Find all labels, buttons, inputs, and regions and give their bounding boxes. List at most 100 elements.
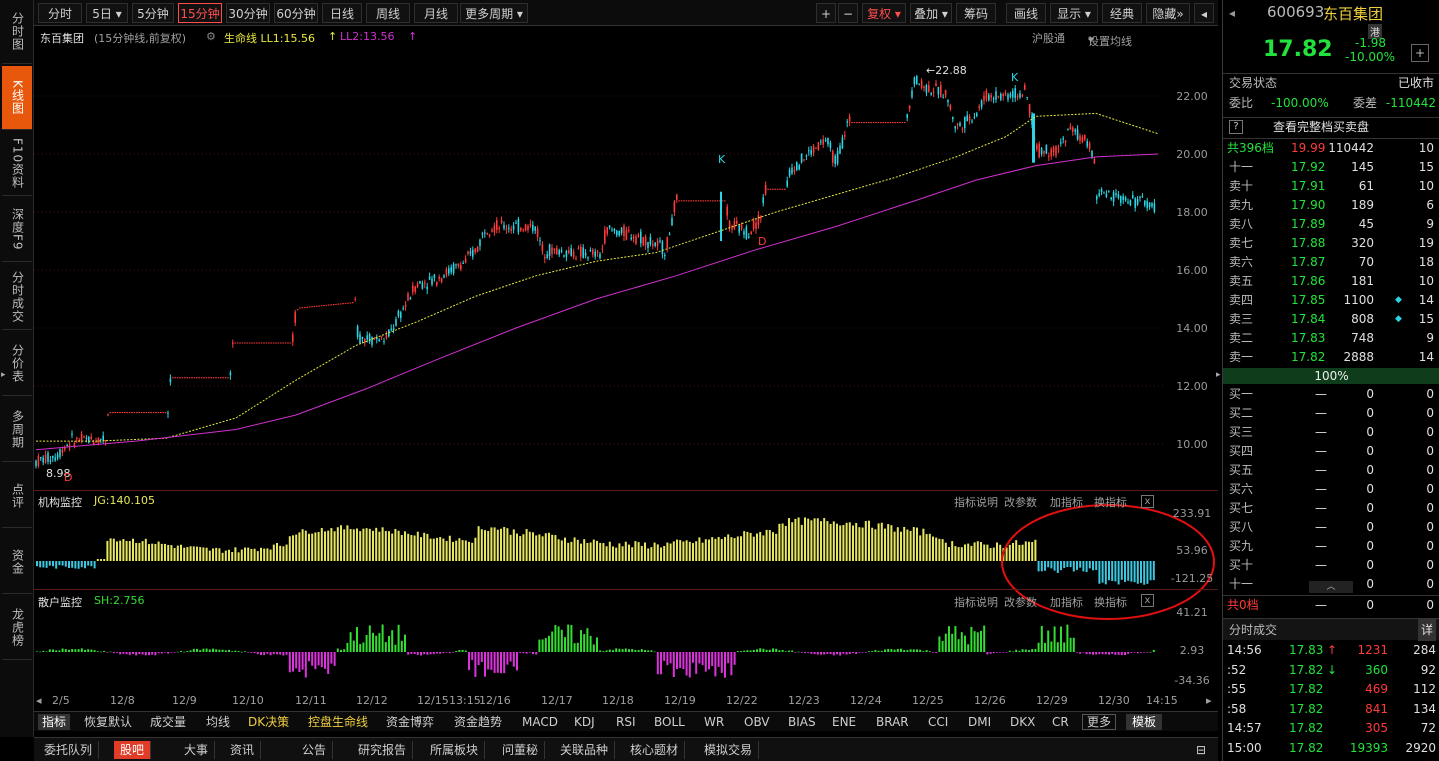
- zoom-out-button[interactable]: −: [838, 3, 858, 23]
- bid-row[interactable]: 买九 — 0 0: [1223, 537, 1439, 556]
- overlay-button[interactable]: 叠加 ▾: [910, 3, 952, 23]
- indicator2-params[interactable]: 改参数: [1004, 594, 1037, 610]
- period-15min[interactable]: 15分钟: [178, 3, 222, 23]
- nav-kline[interactable]: K线图: [2, 66, 32, 130]
- help-icon[interactable]: ?: [1229, 120, 1243, 134]
- tab-fund-trend[interactable]: 资金趋势: [454, 714, 502, 730]
- period-30min[interactable]: 30分钟: [226, 3, 270, 23]
- ask-row[interactable]: 卖十 17.91 61 10: [1223, 177, 1439, 196]
- full-book-link[interactable]: 查看完整档买卖盘: [1273, 118, 1369, 137]
- indicator2-add[interactable]: 加指标: [1050, 594, 1083, 610]
- indicator1-switch[interactable]: 换指标: [1094, 494, 1127, 510]
- fuquan-button[interactable]: 复权 ▾: [862, 3, 906, 23]
- bid-row[interactable]: 买五 — 0 0: [1223, 461, 1439, 480]
- tab-cci[interactable]: CCI: [928, 714, 948, 730]
- ask-row[interactable]: 卖四 17.85 1100 ◆ 14: [1223, 291, 1439, 310]
- footer-tab-theme[interactable]: 核心题材: [624, 741, 686, 759]
- draw-button[interactable]: 画线: [1006, 3, 1046, 23]
- ask-row[interactable]: 卖二 17.83 748 9: [1223, 329, 1439, 348]
- scroll-left-icon[interactable]: ◂: [36, 694, 42, 707]
- bid-row[interactable]: 买一 — 0 0: [1223, 385, 1439, 404]
- close-icon[interactable]: x: [1141, 594, 1154, 607]
- tab-fund-game[interactable]: 资金博弈: [386, 714, 434, 730]
- nav-fenshi[interactable]: 分时图: [2, 0, 32, 64]
- ask-row[interactable]: 卖八 17.89 45 9: [1223, 215, 1439, 234]
- footer-tab-news[interactable]: 资讯: [224, 741, 262, 759]
- nav-price-table[interactable]: 分价表: [2, 332, 32, 396]
- ask-row[interactable]: 卖一 17.82 2888 14: [1223, 348, 1439, 367]
- bid-row[interactable]: 买六 — 0 0: [1223, 480, 1439, 499]
- panel-toggle-icon[interactable]: ▸: [1216, 370, 1221, 380]
- tab-bias[interactable]: BIAS: [788, 714, 816, 730]
- tab-dk[interactable]: DK决策: [248, 714, 289, 730]
- tab-dmi[interactable]: DMI: [968, 714, 991, 730]
- bid-row[interactable]: 买七 — 0 0: [1223, 499, 1439, 518]
- add-watchlist-icon[interactable]: +: [1411, 44, 1429, 62]
- tab-wr[interactable]: WR: [704, 714, 724, 730]
- period-fenshi[interactable]: 分时: [38, 3, 82, 23]
- footer-tab-orders[interactable]: 委托队列: [38, 741, 100, 759]
- nav-f10[interactable]: F10资料: [2, 132, 32, 196]
- ask-row[interactable]: 卖九 17.90 189 6: [1223, 196, 1439, 215]
- chevron-left-icon[interactable]: ◂: [1194, 3, 1214, 23]
- tab-cr[interactable]: CR: [1052, 714, 1069, 730]
- bid-row[interactable]: 买四 — 0 0: [1223, 442, 1439, 461]
- nav-multi-period[interactable]: 多周期: [2, 398, 32, 462]
- tab-ene[interactable]: ENE: [832, 714, 856, 730]
- tab-reset[interactable]: 恢复默认: [84, 714, 132, 730]
- period-more[interactable]: 更多周期 ▾: [460, 3, 528, 23]
- nav-fund[interactable]: 资金: [2, 530, 32, 594]
- tab-more[interactable]: 更多: [1082, 714, 1117, 730]
- tab-kdj[interactable]: KDJ: [574, 714, 595, 730]
- period-day[interactable]: 日线: [322, 3, 362, 23]
- footer-tab-related[interactable]: 关联品种: [554, 741, 616, 759]
- tab-template[interactable]: 模板: [1126, 714, 1163, 730]
- period-5day[interactable]: 5日 ▾: [86, 3, 128, 23]
- indicator1-add[interactable]: 加指标: [1050, 494, 1083, 510]
- indicator2-switch[interactable]: 换指标: [1094, 594, 1127, 610]
- classic-button[interactable]: 经典: [1102, 3, 1142, 23]
- tab-macd[interactable]: MACD: [522, 714, 558, 730]
- collapse-icon[interactable]: ︿: [1309, 581, 1353, 593]
- indicator2-help[interactable]: 指标说明: [954, 594, 998, 610]
- footer-tab-ask[interactable]: 问董秘: [496, 741, 546, 759]
- tab-rsi[interactable]: RSI: [616, 714, 636, 730]
- nav-dragon[interactable]: 龙虎榜: [2, 596, 32, 660]
- tab-indicator[interactable]: 指标: [38, 714, 71, 730]
- gear-icon[interactable]: ⚙: [206, 30, 216, 43]
- bid-row[interactable]: 买八 — 0 0: [1223, 518, 1439, 537]
- bid-row[interactable]: 买三 — 0 0: [1223, 423, 1439, 442]
- period-month[interactable]: 月线: [414, 3, 458, 23]
- indicator1-help[interactable]: 指标说明: [954, 494, 998, 510]
- nav-fenshi-deal[interactable]: 分时成交: [2, 264, 32, 330]
- tab-obv[interactable]: OBV: [744, 714, 770, 730]
- ask-row[interactable]: 卖三 17.84 808 ◆ 15: [1223, 310, 1439, 329]
- bid-row[interactable]: 买二 — 0 0: [1223, 404, 1439, 423]
- expand-icon[interactable]: ⊟: [1190, 741, 1212, 759]
- scroll-right-icon[interactable]: ▸: [1206, 694, 1212, 707]
- footer-tab-notice[interactable]: 公告: [296, 741, 334, 759]
- nav-depth[interactable]: 深度F9: [2, 198, 32, 262]
- chips-button[interactable]: 筹码: [956, 3, 996, 23]
- period-5min[interactable]: 5分钟: [132, 3, 174, 23]
- kline-chart[interactable]: ←22.88 8.98 K K D D: [34, 47, 1218, 693]
- tab-volume[interactable]: 成交量: [150, 714, 186, 730]
- footer-tab-guba[interactable]: 股吧: [114, 741, 152, 759]
- ask-row[interactable]: 十一 17.92 145 15: [1223, 158, 1439, 177]
- display-button[interactable]: 显示 ▾: [1050, 3, 1098, 23]
- panel-toggle-icon[interactable]: ▸: [1, 370, 6, 380]
- nav-comment[interactable]: 点评: [2, 464, 32, 528]
- tab-dkx[interactable]: DKX: [1010, 714, 1035, 730]
- period-week[interactable]: 周线: [366, 3, 410, 23]
- ask-row[interactable]: 卖五 17.86 181 10: [1223, 272, 1439, 291]
- footer-tab-sector[interactable]: 所属板块: [424, 741, 486, 759]
- ticks-detail-button[interactable]: 详: [1417, 619, 1436, 641]
- footer-tab-events[interactable]: 大事: [178, 741, 216, 759]
- zoom-in-button[interactable]: +: [816, 3, 836, 23]
- bid-row[interactable]: 买十 — 0 0: [1223, 556, 1439, 575]
- period-60min[interactable]: 60分钟: [274, 3, 318, 23]
- prev-stock-icon[interactable]: ◂: [1229, 6, 1235, 20]
- indicator1-params[interactable]: 改参数: [1004, 494, 1037, 510]
- hide-button[interactable]: 隐藏»: [1146, 3, 1190, 23]
- tab-boll[interactable]: BOLL: [654, 714, 685, 730]
